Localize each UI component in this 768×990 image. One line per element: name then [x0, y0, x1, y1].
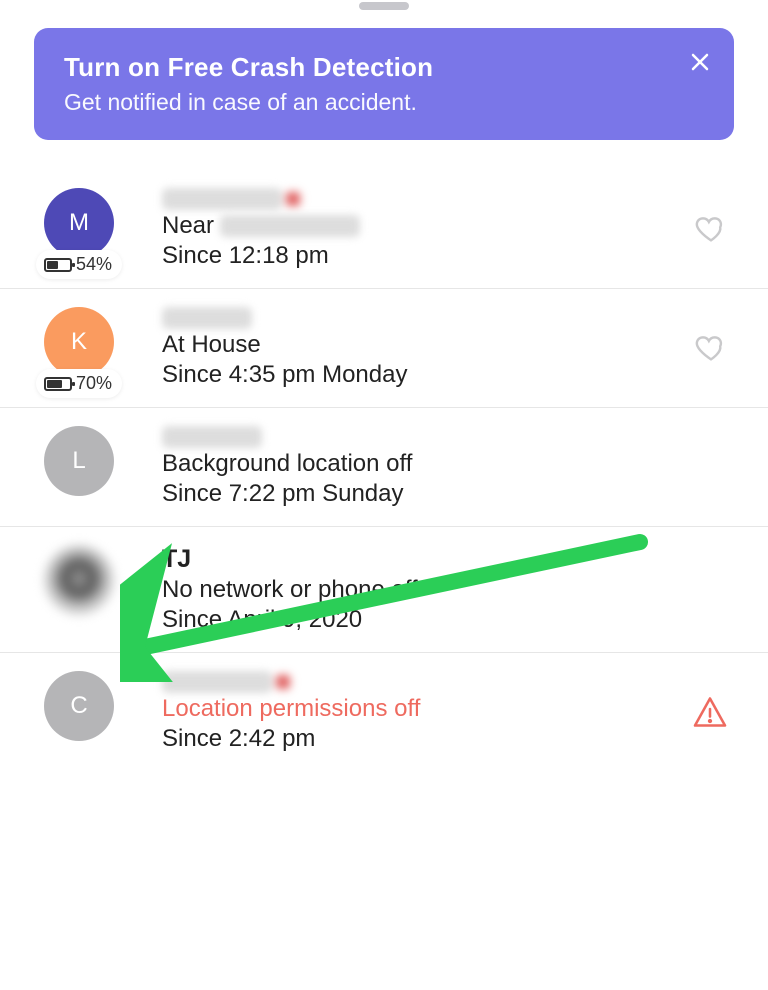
member-name-redacted — [162, 426, 262, 448]
member-row[interactable]: K 70% At House Since 4:35 pm Monday — [0, 289, 768, 408]
avatar-wrap: K 70% — [44, 307, 124, 377]
battery-icon — [44, 258, 72, 272]
member-since: Since April 9, 2020 — [162, 606, 734, 634]
warning-icon — [692, 694, 728, 730]
avatar — [44, 545, 114, 615]
battery-percent: 54% — [76, 254, 112, 275]
member-row[interactable]: L Background location off Since 7:22 pm … — [0, 408, 768, 527]
member-location: Location permissions off — [162, 695, 734, 723]
avatar: M — [44, 188, 114, 258]
member-location: At House — [162, 331, 734, 359]
banner-title: Turn on Free Crash Detection — [64, 52, 704, 83]
member-name: TJ — [162, 545, 734, 574]
member-location: Background location off — [162, 450, 734, 478]
member-name-redacted — [162, 307, 252, 329]
heart-icon[interactable] — [694, 212, 728, 246]
battery-percent: 70% — [76, 373, 112, 394]
battery-icon — [44, 377, 72, 391]
avatar-wrap: L — [44, 426, 124, 496]
avatar: L — [44, 426, 114, 496]
avatar-wrap: M 54% — [44, 188, 124, 258]
member-info: Near Since 12:18 pm — [124, 188, 734, 270]
member-location: No network or phone off — [162, 576, 734, 604]
avatar-initial: L — [72, 447, 85, 475]
member-row[interactable]: M 54% Near Since 12:18 pm — [0, 170, 768, 289]
avatar-initial: M — [69, 209, 89, 237]
member-info: Location permissions off Since 2:42 pm — [124, 671, 734, 753]
member-name-redacted — [162, 188, 282, 210]
drag-handle[interactable] — [359, 2, 409, 10]
avatar-initial: C — [70, 692, 87, 720]
close-icon[interactable] — [688, 50, 712, 74]
heart-icon[interactable] — [694, 331, 728, 365]
avatar: C — [44, 671, 114, 741]
member-since: Since 4:35 pm Monday — [162, 361, 734, 389]
location-redacted — [220, 215, 360, 237]
banner-subtitle: Get notified in case of an accident. — [64, 89, 704, 116]
member-row[interactable]: C Location permissions off Since 2:42 pm — [0, 653, 768, 771]
avatar-initial: K — [71, 328, 87, 356]
member-info: At House Since 4:35 pm Monday — [124, 307, 734, 389]
member-info: Background location off Since 7:22 pm Su… — [124, 426, 734, 508]
battery-badge: 54% — [36, 250, 122, 279]
avatar-wrap — [44, 545, 124, 615]
member-list: M 54% Near Since 12:18 pm K 70% — [0, 170, 768, 771]
member-since: Since 12:18 pm — [162, 242, 734, 270]
member-since: Since 7:22 pm Sunday — [162, 480, 734, 508]
crash-detection-banner[interactable]: Turn on Free Crash Detection Get notifie… — [34, 28, 734, 140]
avatar-wrap: C — [44, 671, 124, 741]
battery-badge: 70% — [36, 369, 122, 398]
member-since: Since 2:42 pm — [162, 725, 734, 753]
member-info: TJ No network or phone off Since April 9… — [124, 545, 734, 634]
member-name-redacted — [162, 671, 272, 693]
member-row[interactable]: TJ No network or phone off Since April 9… — [0, 527, 768, 653]
member-location: Near — [162, 212, 734, 240]
avatar: K — [44, 307, 114, 377]
